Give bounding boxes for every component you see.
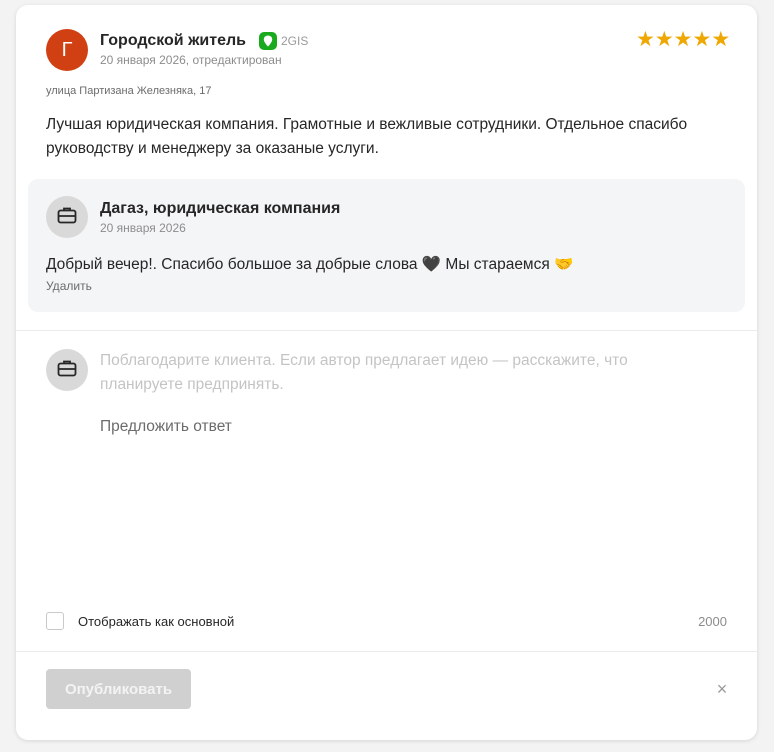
publish-button[interactable]: Опубликовать <box>46 669 191 709</box>
author-name: Городской житель <box>100 32 246 49</box>
divider <box>16 651 757 652</box>
divider <box>16 330 757 331</box>
star-icon: ★ <box>636 28 655 51</box>
star-icon: ★ <box>711 28 731 51</box>
close-icon[interactable]: × <box>713 680 731 698</box>
review-text: Лучшая юридическая компания. Грамотные и… <box>46 116 688 157</box>
show-as-main-checkbox[interactable] <box>46 612 64 630</box>
review-card: Г Городской житель 2GIS 20 января 2026, … <box>16 5 757 740</box>
show-as-main-label[interactable]: Отображать как основной <box>78 614 234 629</box>
star-icon: ★ <box>673 28 693 51</box>
reply-text: Добрый вечер!. Спасибо большое за добрые… <box>46 256 574 273</box>
star-icon: ★ <box>654 28 674 51</box>
reply-date: 20 января 2026 <box>100 221 186 235</box>
char-counter: 2000 <box>698 614 727 629</box>
review-address: улица Партизана Железняка, 17 <box>46 85 212 97</box>
source-label: 2GIS <box>281 34 309 48</box>
avatar-letter: Г <box>61 38 73 61</box>
suggest-reply-button[interactable]: Предложить ответ <box>100 418 232 436</box>
compose-avatar <box>46 349 88 391</box>
review-date: 20 января 2026, отредактирован <box>100 53 282 67</box>
reply-input[interactable] <box>100 349 710 405</box>
avatar: Г <box>46 29 88 71</box>
star-icon: ★ <box>692 28 712 51</box>
company-name: Дагаз, юридическая компания <box>100 200 341 217</box>
2gis-pin-icon <box>259 32 277 50</box>
review-source: 2GIS <box>259 32 308 50</box>
company-avatar <box>46 196 88 238</box>
briefcase-icon <box>57 206 77 229</box>
company-reply: Дагаз, юридическая компания 20 января 20… <box>28 179 745 312</box>
delete-reply-link[interactable]: Удалить <box>46 279 92 293</box>
briefcase-icon <box>57 359 77 382</box>
rating-stars: ★ ★ ★ ★ ★ <box>636 29 730 51</box>
